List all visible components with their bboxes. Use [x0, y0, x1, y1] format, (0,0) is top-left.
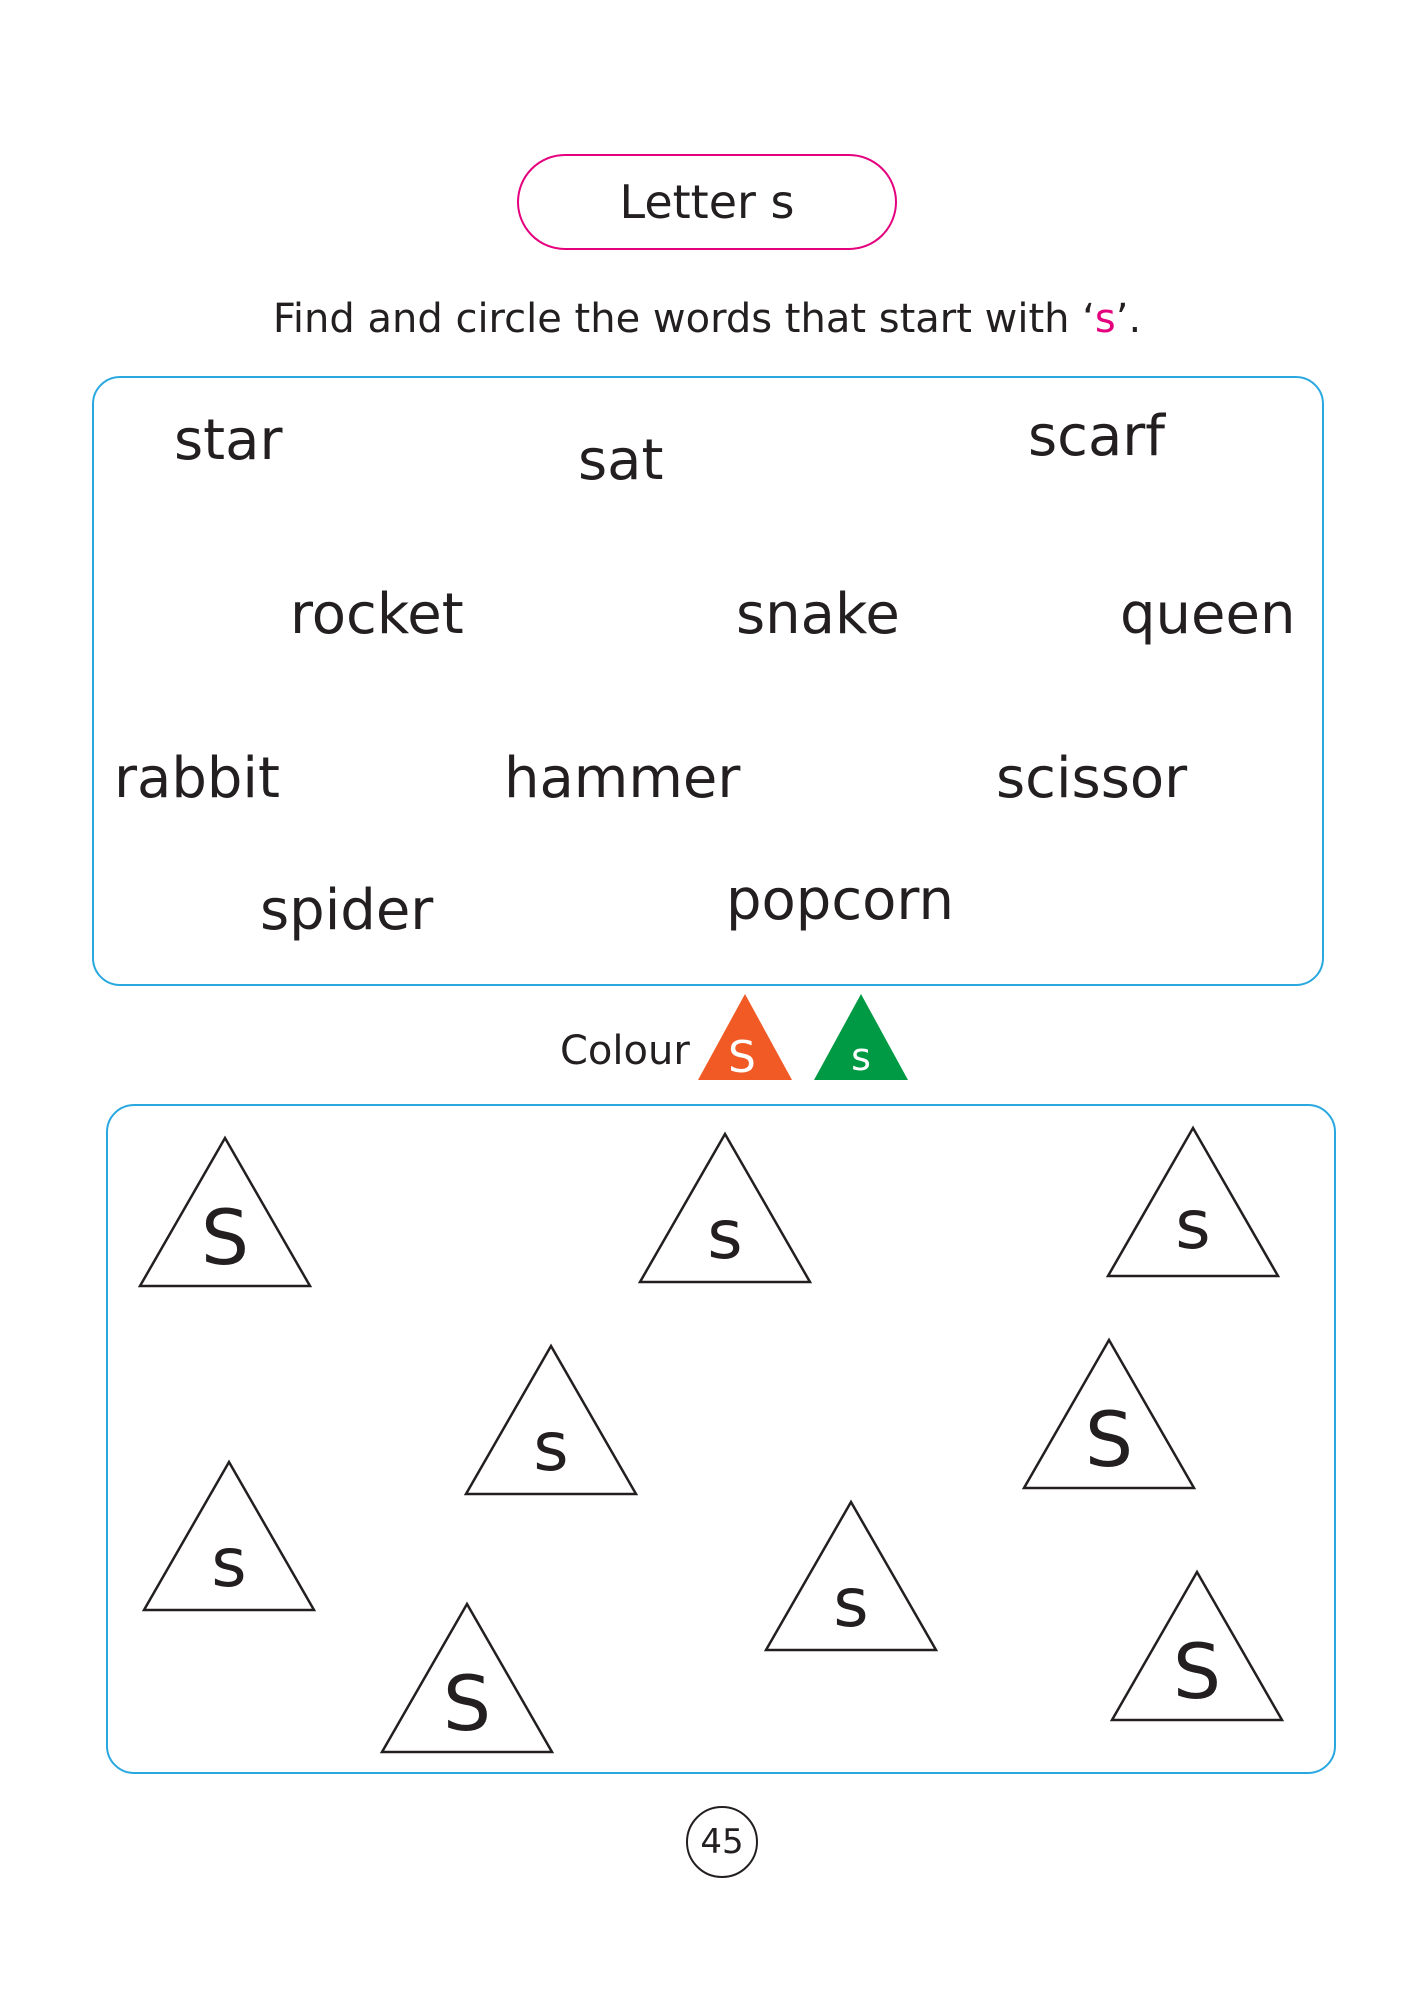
green-triangle-swatch: s [814, 994, 908, 1080]
instruction-text: Find and circle the words that start wit… [272, 296, 1142, 342]
page-title: Letter s [517, 154, 897, 250]
word-star[interactable]: star [174, 408, 282, 473]
svg-text:S: S [443, 1659, 491, 1748]
swatch-letter: S [728, 1032, 756, 1080]
svg-text:s: s [707, 1196, 742, 1275]
word-scarf[interactable]: scarf [1028, 404, 1165, 469]
svg-text:s: s [211, 1524, 246, 1603]
word-rabbit[interactable]: rabbit [114, 746, 280, 811]
svg-text:s: s [533, 1408, 568, 1487]
word-scissor[interactable]: scissor [996, 746, 1187, 811]
word-rocket[interactable]: rocket [290, 582, 464, 647]
colour-label: Colour [560, 1028, 690, 1074]
letter-triangle[interactable]: s [763, 1499, 939, 1652]
svg-text:S: S [1173, 1627, 1221, 1716]
word-sat[interactable]: sat [578, 428, 663, 493]
letter-triangle[interactable]: s [463, 1343, 639, 1496]
letter-triangle[interactable]: S [1109, 1569, 1285, 1722]
highlight-letter: s [1094, 296, 1116, 342]
letter-triangle[interactable]: S [1021, 1337, 1197, 1490]
word-snake[interactable]: snake [736, 582, 900, 647]
words-panel: star sat scarf rocket snake queen rabbit… [92, 376, 1324, 986]
triangles-panel: S s s s S s s S S [106, 1104, 1336, 1774]
word-queen[interactable]: queen [1120, 582, 1295, 647]
page-number: 45 [686, 1806, 758, 1878]
letter-triangle[interactable]: S [137, 1135, 313, 1288]
svg-text:s: s [1175, 1186, 1210, 1265]
letter-triangle[interactable]: s [141, 1459, 317, 1612]
word-popcorn[interactable]: popcorn [726, 868, 954, 933]
svg-text:s: s [833, 1564, 868, 1643]
colour-instruction: Colour S s [560, 994, 920, 1084]
word-hammer[interactable]: hammer [504, 746, 740, 811]
letter-triangle[interactable]: s [1105, 1125, 1281, 1278]
swatch-letter: s [851, 1035, 871, 1079]
word-spider[interactable]: spider [260, 878, 433, 943]
svg-text:S: S [1085, 1395, 1133, 1484]
letter-triangle[interactable]: s [637, 1131, 813, 1284]
svg-text:S: S [201, 1193, 249, 1282]
orange-triangle-swatch: S [698, 994, 792, 1080]
letter-triangle[interactable]: S [379, 1601, 555, 1754]
